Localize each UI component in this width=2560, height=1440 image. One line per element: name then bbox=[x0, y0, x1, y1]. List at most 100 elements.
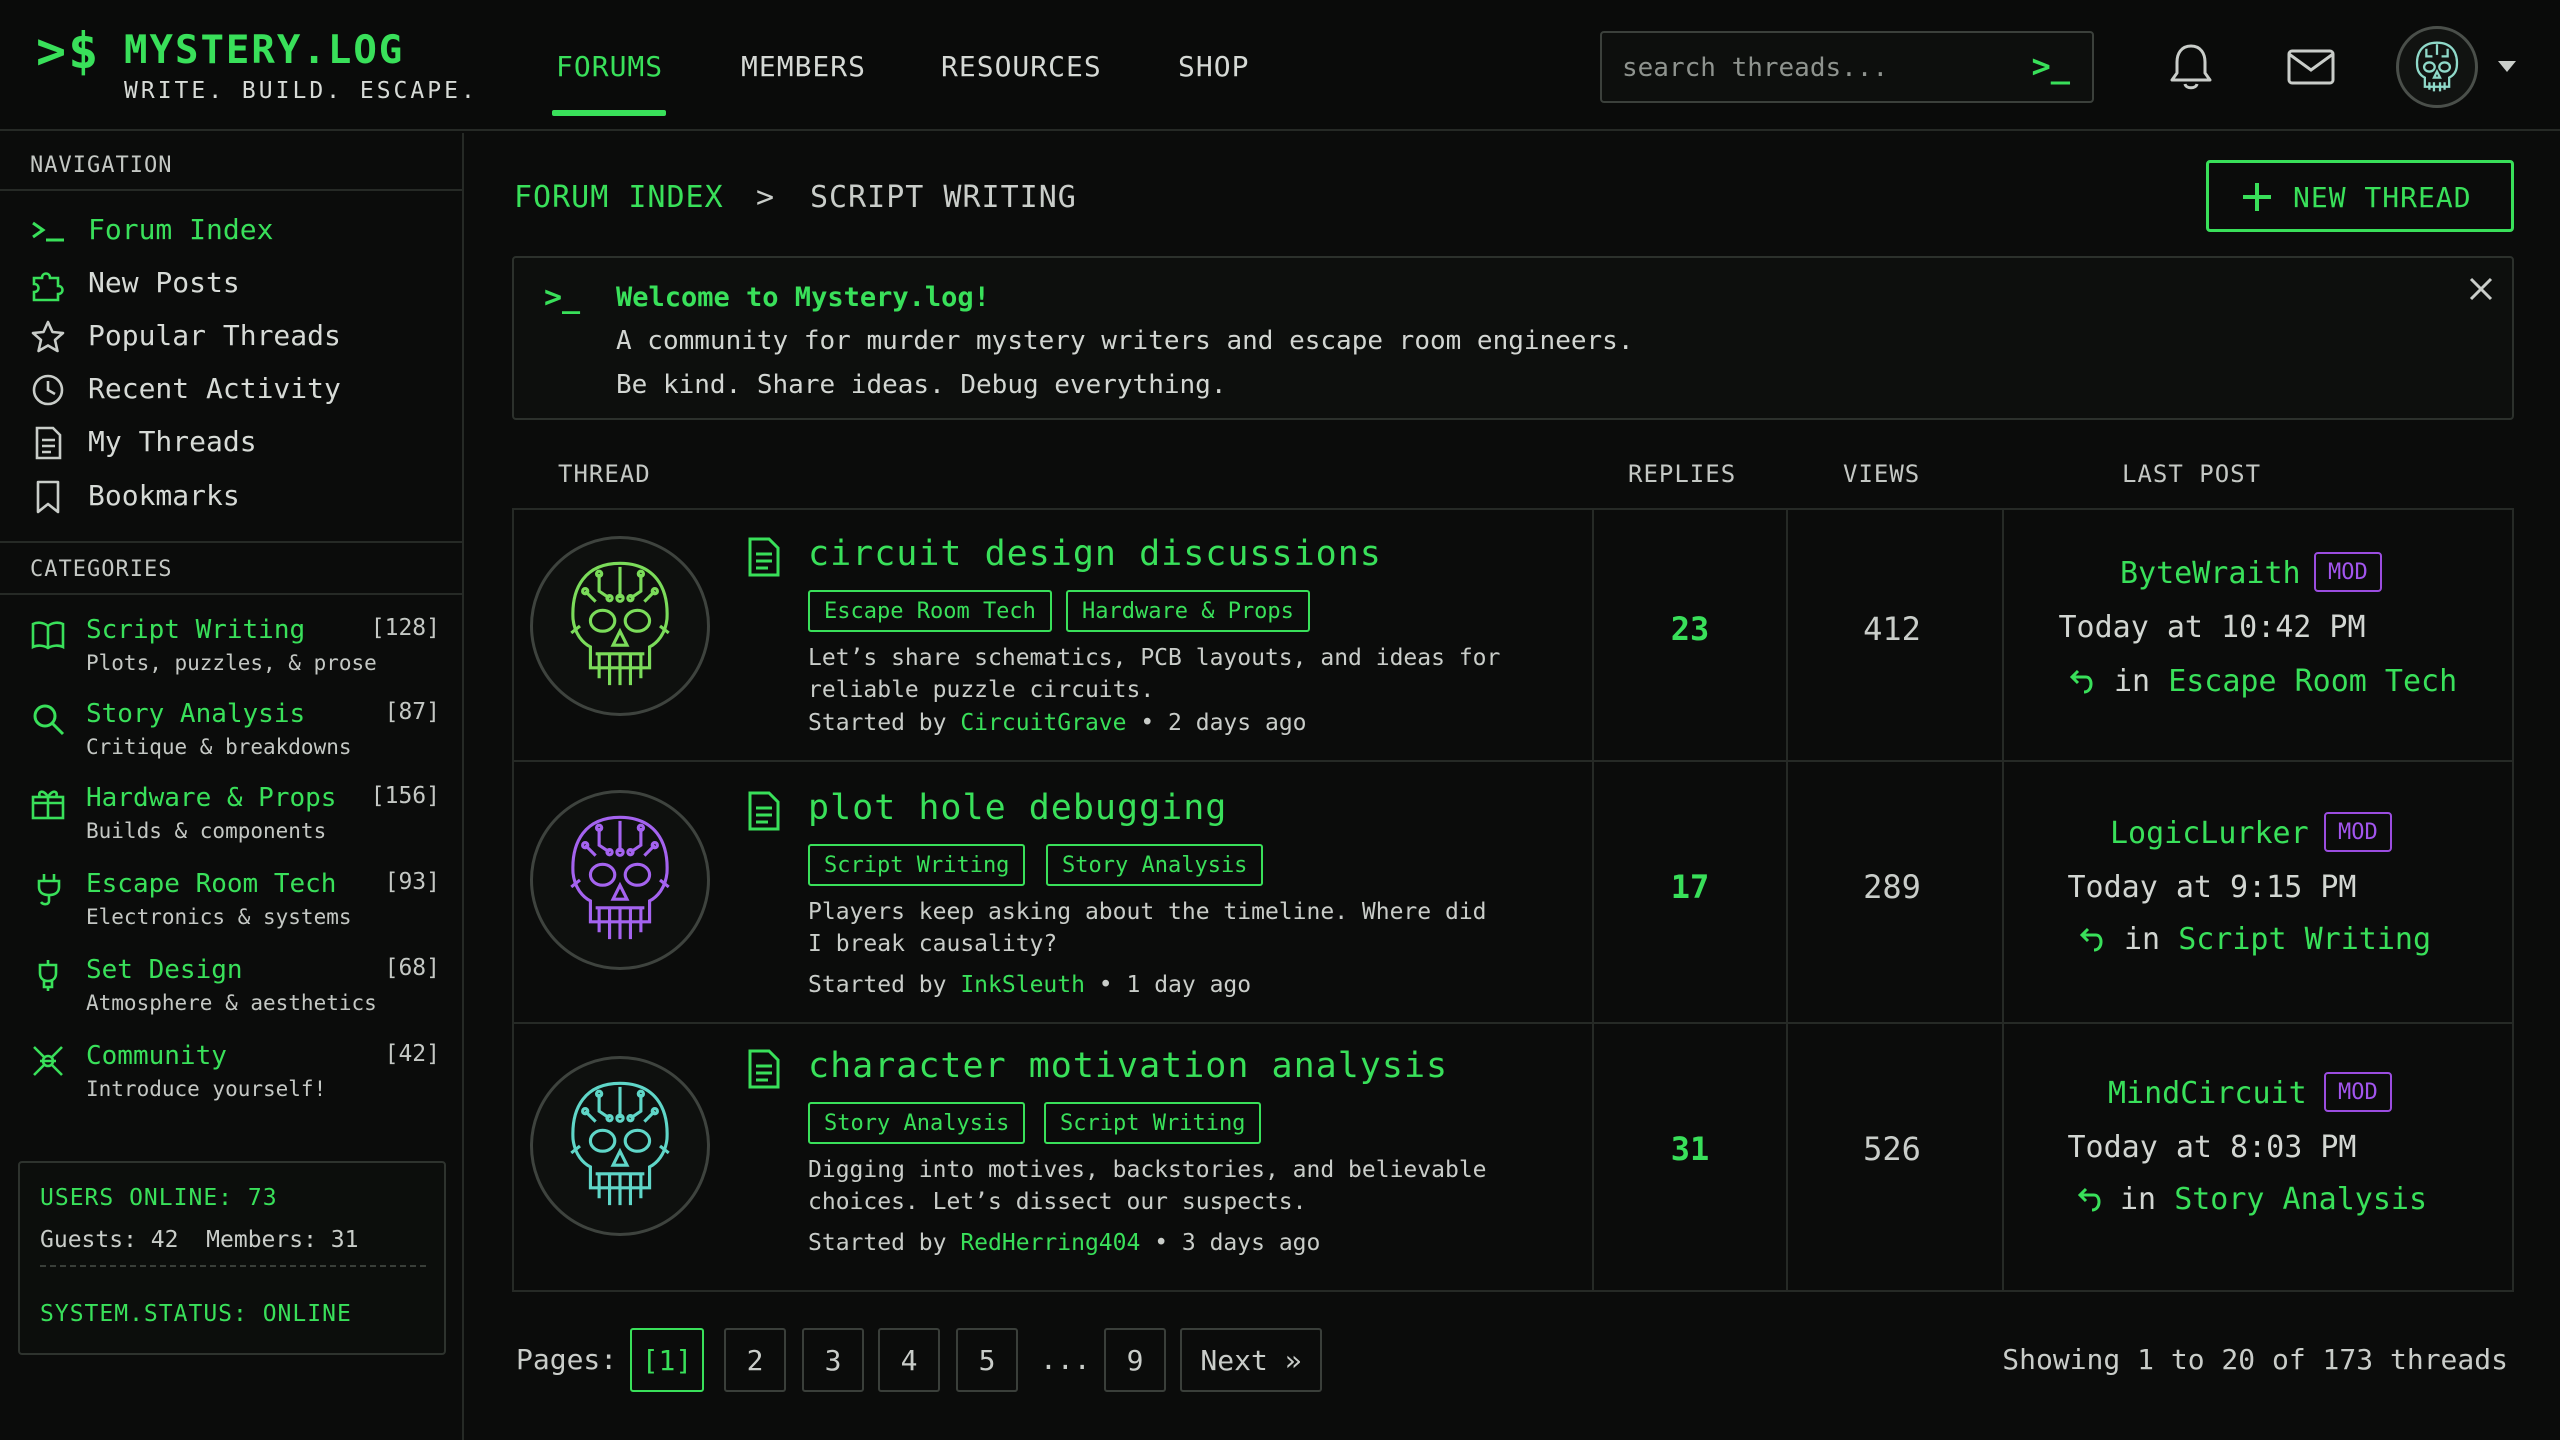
category-desc: Introduce yourself! bbox=[86, 1077, 327, 1101]
author-avatar[interactable] bbox=[530, 790, 710, 970]
sidebar: NAVIGATION Forum Index New Posts Popular… bbox=[0, 133, 464, 1440]
category-script-writing[interactable]: Script Writing [128] Plots, puzzles, & p… bbox=[30, 611, 440, 685]
mail-icon[interactable] bbox=[2286, 48, 2336, 86]
tab-forums[interactable]: FORUMS bbox=[556, 50, 663, 83]
tab-shop[interactable]: SHOP bbox=[1178, 50, 1249, 83]
top-header: >$ MYSTERY.LOG WRITE. BUILD. ESCAPE. FOR… bbox=[0, 0, 2560, 131]
reply-count: 23 bbox=[1670, 610, 1710, 648]
sidebar-item-label: Recent Activity bbox=[88, 372, 341, 405]
thread-tag[interactable]: Script Writing bbox=[808, 844, 1026, 886]
started-by-label: Started by bbox=[808, 1230, 961, 1256]
tab-resources[interactable]: RESOURCES bbox=[941, 50, 1102, 83]
author-avatar[interactable] bbox=[530, 1056, 710, 1236]
sidebar-item-forum-index[interactable]: Forum Index bbox=[30, 207, 450, 251]
thread-excerpt: Digging into motives, backstories, and b… bbox=[808, 1157, 1487, 1215]
column-header-views: VIEWS bbox=[1843, 460, 1921, 488]
thread-title[interactable]: character motivation analysis bbox=[808, 1046, 1448, 1086]
category-name: Hardware & Props bbox=[86, 783, 337, 813]
sidebar-item-label: Forum Index bbox=[88, 213, 274, 246]
last-post-user[interactable]: LogicLurker bbox=[2110, 816, 2309, 851]
close-icon[interactable] bbox=[2464, 272, 2498, 306]
author-avatar[interactable] bbox=[530, 536, 710, 716]
categories-heading: CATEGORIES bbox=[30, 557, 173, 582]
sidebar-item-my-threads[interactable]: My Threads bbox=[30, 419, 450, 463]
table-row[interactable]: circuit design discussions Escape Room T… bbox=[514, 510, 2512, 762]
magnifier-icon bbox=[30, 701, 66, 737]
thread-title[interactable]: circuit design discussions bbox=[808, 534, 1382, 574]
thread-table: circuit design discussions Escape Room T… bbox=[512, 508, 2514, 1292]
star-icon bbox=[30, 319, 66, 355]
mod-badge: MOD bbox=[2324, 812, 2392, 852]
in-label: in bbox=[2114, 664, 2169, 699]
guests-members-count: Guests: 42 Members: 31 bbox=[40, 1227, 359, 1253]
next-page-button[interactable]: Next » bbox=[1180, 1328, 1322, 1392]
last-post-location: in Story Analysis bbox=[2120, 1182, 2427, 1217]
prompt-icon: >_ bbox=[544, 280, 581, 315]
category-count: [156] bbox=[370, 783, 440, 809]
welcome-text: Be kind. Share ideas. Debug everything. bbox=[616, 370, 1227, 400]
thread-tag[interactable]: Story Analysis bbox=[808, 1102, 1026, 1144]
welcome-title: Welcome to Mystery.log! bbox=[616, 282, 990, 313]
mod-badge: MOD bbox=[2314, 552, 2382, 592]
results-summary: Showing 1 to 20 of 173 threads bbox=[2002, 1343, 2508, 1376]
sidebar-item-new-posts[interactable]: New Posts bbox=[30, 260, 450, 304]
page-button-current[interactable]: [1] bbox=[630, 1328, 704, 1392]
people-icon bbox=[30, 1043, 66, 1079]
document-icon bbox=[746, 536, 782, 578]
category-hardware-props[interactable]: Hardware & Props [156] Builds & componen… bbox=[30, 779, 440, 853]
last-post-user[interactable]: ByteWraith bbox=[2120, 556, 2301, 591]
category-community[interactable]: Community [42] Introduce yourself! bbox=[30, 1037, 440, 1111]
logo-title[interactable]: MYSTERY.LOG bbox=[124, 28, 404, 73]
thread-tag[interactable]: Hardware & Props bbox=[1066, 590, 1310, 632]
logo-tagline: WRITE. BUILD. ESCAPE. bbox=[124, 78, 478, 104]
thread-author-link[interactable]: RedHerring404 bbox=[960, 1230, 1140, 1256]
category-set-design[interactable]: Set Design [68] Atmosphere & aesthetics bbox=[30, 951, 440, 1025]
welcome-text: A community for murder mystery writers a… bbox=[616, 326, 1634, 356]
page-button[interactable]: 5 bbox=[956, 1328, 1018, 1392]
page-button[interactable]: 9 bbox=[1104, 1328, 1166, 1392]
reply-arrow-icon bbox=[2076, 1186, 2106, 1216]
divider bbox=[40, 1265, 426, 1267]
table-row[interactable]: character motivation analysis Story Anal… bbox=[514, 1024, 2512, 1290]
category-escape-room-tech[interactable]: Escape Room Tech [93] Electronics & syst… bbox=[30, 865, 440, 939]
last-post-forum-link[interactable]: Story Analysis bbox=[2174, 1182, 2427, 1217]
reply-count: 17 bbox=[1670, 868, 1710, 906]
thread-age: • 2 days ago bbox=[1126, 710, 1307, 736]
bookmark-icon bbox=[30, 479, 66, 515]
category-count: [128] bbox=[370, 615, 440, 641]
breadcrumb-forum-index[interactable]: FORUM INDEX bbox=[514, 180, 724, 215]
page-button[interactable]: 3 bbox=[802, 1328, 864, 1392]
column-header-replies: REPLIES bbox=[1628, 460, 1737, 488]
last-post-forum-link[interactable]: Script Writing bbox=[2178, 922, 2431, 957]
new-thread-label: NEW THREAD bbox=[2293, 181, 2472, 214]
bell-icon[interactable] bbox=[2168, 42, 2214, 92]
logo-prompt[interactable]: >$ bbox=[36, 22, 100, 80]
tab-members[interactable]: MEMBERS bbox=[741, 50, 866, 83]
thread-meta: Started by InkSleuth • 1 day ago bbox=[808, 972, 1251, 998]
thread-tag[interactable]: Escape Room Tech bbox=[808, 590, 1052, 632]
user-avatar[interactable] bbox=[2396, 26, 2478, 108]
sidebar-item-popular-threads[interactable]: Popular Threads bbox=[30, 313, 450, 357]
thread-tag[interactable]: Story Analysis bbox=[1046, 844, 1264, 886]
sidebar-item-bookmarks[interactable]: Bookmarks bbox=[30, 473, 450, 517]
thread-age: • 1 day ago bbox=[1084, 972, 1252, 998]
thread-tag[interactable]: Script Writing bbox=[1044, 1102, 1262, 1144]
page-button[interactable]: 2 bbox=[724, 1328, 786, 1392]
category-count: [87] bbox=[384, 699, 440, 725]
page-button[interactable]: 4 bbox=[878, 1328, 940, 1392]
thread-author-link[interactable]: InkSleuth bbox=[960, 972, 1085, 998]
last-post-forum-link[interactable]: Escape Room Tech bbox=[2168, 664, 2457, 699]
sidebar-item-label: Bookmarks bbox=[88, 479, 240, 512]
thread-meta: Started by CircuitGrave • 2 days ago bbox=[808, 710, 1307, 736]
last-post-time: Today at 10:42 PM bbox=[2058, 610, 2366, 645]
thread-author-link[interactable]: CircuitGrave bbox=[960, 710, 1126, 736]
thread-title[interactable]: plot hole debugging bbox=[808, 788, 1227, 828]
category-story-analysis[interactable]: Story Analysis [87] Critique & breakdown… bbox=[30, 695, 440, 769]
table-row[interactable]: plot hole debugging Script Writing Story… bbox=[514, 762, 2512, 1024]
new-thread-button[interactable]: NEW THREAD bbox=[2206, 160, 2514, 232]
sidebar-item-recent-activity[interactable]: Recent Activity bbox=[30, 366, 450, 410]
caret-down-icon[interactable] bbox=[2496, 58, 2518, 74]
search-submit-button[interactable]: >_ bbox=[2031, 47, 2070, 85]
last-post-user[interactable]: MindCircuit bbox=[2108, 1076, 2307, 1111]
search-input[interactable] bbox=[1622, 51, 2002, 85]
